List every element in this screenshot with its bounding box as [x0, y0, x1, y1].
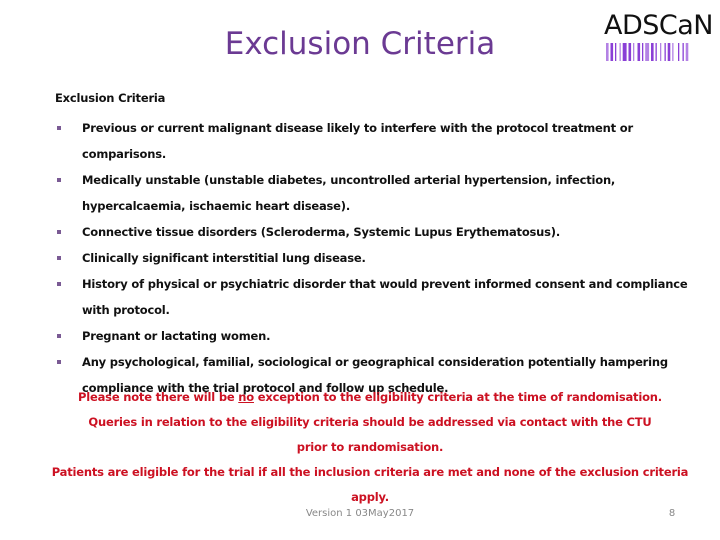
content-heading: Exclusion Criteria: [55, 91, 166, 105]
barcode-bar: [633, 43, 635, 61]
barcode-bar: [606, 43, 609, 61]
barcode-bar: [628, 43, 632, 61]
exclusion-criteria-list: Previous or current malignant disease li…: [55, 115, 695, 401]
footer-version: Version 1 03May2017: [305, 508, 415, 519]
barcode-bar: [637, 43, 641, 61]
square-bullet-icon: [57, 334, 61, 338]
criteria-text: Connective tissue disorders (Scleroderma…: [82, 225, 561, 239]
note-queries: Queries in relation to the eligibility c…: [88, 415, 652, 454]
barcode-bar: [685, 43, 689, 61]
barcode-logo-icon: [606, 43, 689, 61]
note-no-exception: Please note there will be no exception t…: [40, 385, 700, 410]
criteria-item: Medically unstable (unstable diabetes, u…: [55, 167, 695, 219]
content-area: Exclusion Criteria Previous or current m…: [55, 90, 695, 401]
barcode-bar: [667, 43, 671, 61]
barcode-bar: [664, 43, 666, 61]
adscan-logo: ADSCaN: [602, 10, 714, 65]
barcode-bar: [610, 43, 614, 61]
barcode-bar: [655, 43, 657, 61]
page-number: 8: [668, 508, 676, 519]
barcode-bar: [642, 43, 644, 61]
note-text: Please note there will be: [78, 390, 239, 404]
barcode-bar: [645, 43, 650, 61]
note-text: exception to the eligibility criteria at…: [253, 390, 662, 404]
criteria-item: Clinically significant interstitial lung…: [55, 245, 695, 271]
criteria-text: Medically unstable (unstable diabetes, u…: [82, 173, 616, 213]
criteria-item: Connective tissue disorders (Scleroderma…: [55, 219, 695, 245]
logo-text: ADSCaN: [604, 10, 714, 41]
barcode-bar: [622, 43, 627, 61]
square-bullet-icon: [57, 126, 61, 130]
criteria-item: Previous or current malignant disease li…: [55, 115, 695, 167]
criteria-text: Clinically significant interstitial lung…: [82, 251, 366, 265]
square-bullet-icon: [57, 256, 61, 260]
square-bullet-icon: [57, 360, 61, 364]
barcode-bar: [678, 43, 680, 61]
square-bullet-icon: [57, 178, 61, 182]
criteria-item: Pregnant or lactating women.: [55, 323, 695, 349]
square-bullet-icon: [57, 230, 61, 234]
barcode-bar: [619, 43, 621, 61]
barcode-bar: [682, 43, 684, 61]
square-bullet-icon: [57, 282, 61, 286]
barcode-bar: [651, 43, 654, 61]
criteria-text: Previous or current malignant disease li…: [82, 121, 633, 161]
eligibility-notes: Please note there will be no exception t…: [40, 385, 700, 510]
barcode-bar: [672, 43, 674, 61]
barcode-bar: [615, 43, 617, 61]
criteria-item: History of physical or psychiatric disor…: [55, 271, 695, 323]
criteria-text: History of physical or psychiatric disor…: [82, 277, 688, 317]
note-emphasis: no: [238, 390, 254, 404]
barcode-bar: [660, 43, 662, 61]
criteria-text: Pregnant or lactating women.: [82, 329, 271, 343]
note-patients-eligible: Patients are eligible for the trial if a…: [51, 465, 689, 504]
